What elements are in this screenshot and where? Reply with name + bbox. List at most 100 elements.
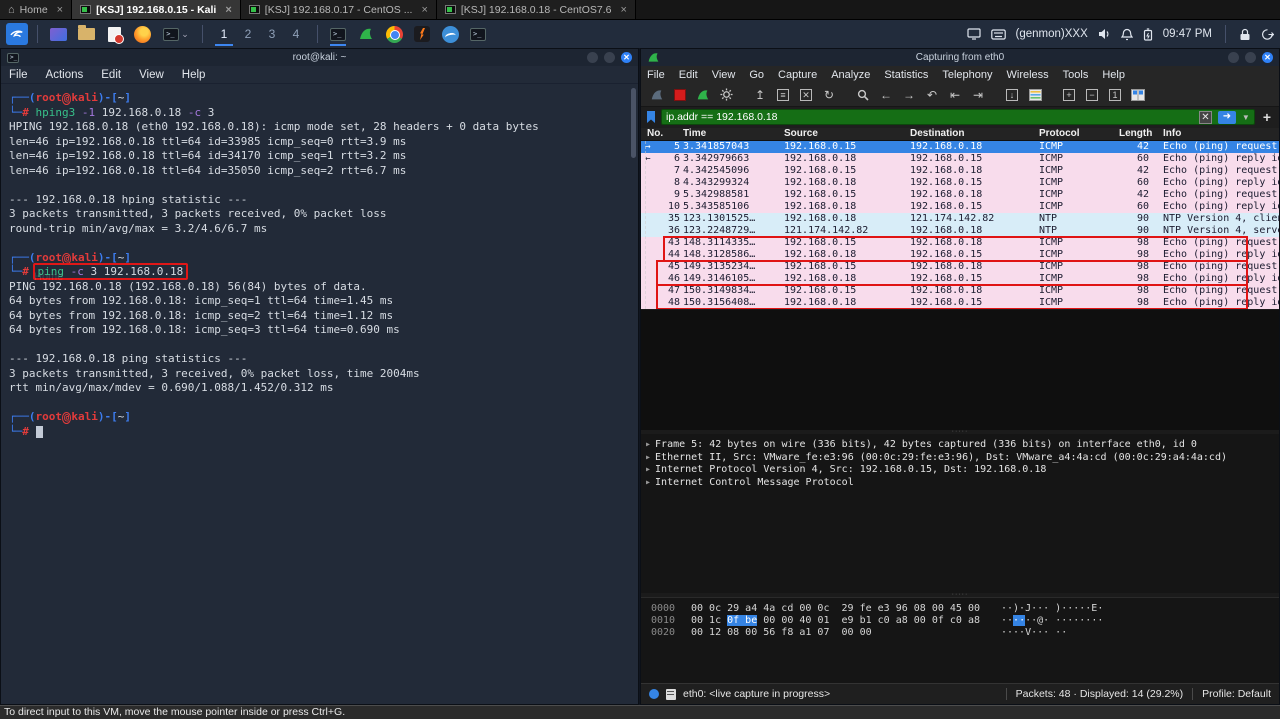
next-packet-button[interactable]: → bbox=[899, 86, 919, 104]
packet-bytes-pane[interactable]: 000000 0c 29 a4 4a cd 00 0c 29 fe e3 96 … bbox=[641, 597, 1279, 683]
apply-filter-icon[interactable]: ➜ bbox=[1218, 111, 1236, 124]
capture-comment-icon[interactable] bbox=[666, 689, 676, 700]
packet-row[interactable]: →53.341857043192.168.0.15192.168.0.18ICM… bbox=[641, 141, 1279, 153]
kali-menu-button[interactable] bbox=[6, 23, 28, 45]
menu-item[interactable]: Capture bbox=[772, 67, 823, 83]
autoscroll-button[interactable]: ↓ bbox=[1002, 86, 1022, 104]
packet-details-pane[interactable]: ▸Frame 5: 42 bytes on wire (336 bits), 4… bbox=[641, 434, 1279, 593]
launcher-window-app[interactable] bbox=[47, 23, 69, 45]
filter-dropdown-caret[interactable]: ▼ bbox=[1242, 113, 1250, 122]
terminal-scrollbar[interactable] bbox=[631, 88, 636, 158]
column-header[interactable]: Info bbox=[1163, 128, 1279, 140]
packet-row[interactable]: ←63.342979663192.168.0.18192.168.0.15ICM… bbox=[641, 153, 1279, 165]
packet-row[interactable]: 105.343585106192.168.0.18192.168.0.15ICM… bbox=[641, 201, 1279, 213]
packet-row[interactable]: 44148.3128586…192.168.0.18192.168.0.15IC… bbox=[641, 249, 1279, 261]
hex-line[interactable]: 002000 12 08 00 56 f8 a1 07 00 00····V··… bbox=[651, 627, 1279, 639]
workspace-button[interactable]: 4 bbox=[284, 23, 308, 45]
packet-row[interactable]: 43148.3114335…192.168.0.15192.168.0.18IC… bbox=[641, 237, 1279, 249]
last-packet-button[interactable]: ⇥ bbox=[968, 86, 988, 104]
taskbar-window-wireshark[interactable] bbox=[355, 23, 377, 45]
stop-capture-button[interactable] bbox=[670, 86, 690, 104]
vm-tab[interactable]: [KSJ] 192.168.0.17 - CentOS ...× bbox=[241, 0, 437, 19]
zoom-in-button[interactable]: + bbox=[1059, 86, 1079, 104]
notification-bell-icon[interactable] bbox=[1121, 28, 1133, 41]
expand-arrow-icon[interactable]: ▸ bbox=[645, 464, 655, 475]
hex-line[interactable]: 000000 0c 29 a4 4a cd 00 0c 29 fe e3 96 … bbox=[651, 603, 1279, 615]
start-capture-button[interactable] bbox=[647, 86, 667, 104]
close-tab-icon[interactable]: × bbox=[225, 4, 231, 16]
menu-item[interactable]: Actions bbox=[38, 67, 92, 83]
column-header[interactable]: Destination bbox=[910, 128, 1039, 140]
packet-row[interactable]: 74.342545096192.168.0.15192.168.0.18ICMP… bbox=[641, 165, 1279, 177]
close-button[interactable]: ✕ bbox=[621, 52, 632, 63]
menu-item[interactable]: Edit bbox=[93, 67, 129, 83]
menu-item[interactable]: File bbox=[641, 67, 671, 83]
save-file-button[interactable]: ≡ bbox=[773, 86, 793, 104]
menu-item[interactable]: View bbox=[131, 67, 172, 83]
launcher-text-editor[interactable] bbox=[103, 23, 125, 45]
profile-label[interactable]: Profile: Default bbox=[1202, 688, 1271, 700]
menu-item[interactable]: Telephony bbox=[936, 67, 998, 83]
workspace-button[interactable]: 3 bbox=[260, 23, 284, 45]
open-file-button[interactable]: ↥ bbox=[750, 86, 770, 104]
detail-line[interactable]: ▸Internet Protocol Version 4, Src: 192.1… bbox=[645, 464, 1275, 477]
display-icon[interactable] bbox=[967, 28, 981, 40]
find-packet-button[interactable] bbox=[853, 86, 873, 104]
add-filter-button[interactable]: + bbox=[1259, 109, 1275, 125]
taskbar-window-app2[interactable] bbox=[439, 23, 461, 45]
menu-item[interactable]: Wireless bbox=[1001, 67, 1055, 83]
terminal-output[interactable]: Home ┌──(root@kali)-[~]└─# hping3 -1 192… bbox=[1, 84, 638, 704]
close-tab-icon[interactable]: × bbox=[621, 4, 627, 16]
taskbar-window-chrome[interactable] bbox=[383, 23, 405, 45]
packet-row[interactable]: 84.343299324192.168.0.18192.168.0.15ICMP… bbox=[641, 177, 1279, 189]
packet-row[interactable]: 48150.3156408…192.168.0.18192.168.0.15IC… bbox=[641, 297, 1279, 309]
taskbar-window-terminal[interactable]: >_ bbox=[327, 23, 349, 45]
vm-tab[interactable]: [KSJ] 192.168.0.18 - CentOS7.6× bbox=[437, 0, 636, 19]
launcher-firefox[interactable] bbox=[131, 23, 153, 45]
packet-row[interactable]: 45149.3135234…192.168.0.15192.168.0.18IC… bbox=[641, 261, 1279, 273]
previous-packet-button[interactable]: ← bbox=[876, 86, 896, 104]
expand-arrow-icon[interactable]: ▸ bbox=[645, 439, 655, 450]
expand-arrow-icon[interactable]: ▸ bbox=[645, 477, 655, 488]
menu-item[interactable]: Go bbox=[743, 67, 770, 83]
column-header[interactable]: No. bbox=[641, 128, 683, 140]
menu-item[interactable]: Analyze bbox=[825, 67, 876, 83]
restart-capture-button[interactable] bbox=[693, 86, 713, 104]
detail-line[interactable]: ▸Ethernet II, Src: VMware_fe:e3:96 (00:0… bbox=[645, 452, 1275, 465]
minimize-button[interactable] bbox=[1228, 52, 1239, 63]
hex-line[interactable]: 001000 1c 0f be 00 00 40 01 e9 b1 c0 a8 … bbox=[651, 615, 1279, 627]
maximize-button[interactable] bbox=[604, 52, 615, 63]
detail-line[interactable]: ▸Frame 5: 42 bytes on wire (336 bits), 4… bbox=[645, 439, 1275, 452]
menu-item[interactable]: File bbox=[1, 67, 36, 83]
close-file-button[interactable]: ✕ bbox=[796, 86, 816, 104]
wireshark-titlebar[interactable]: Capturing from eth0 ✕ bbox=[641, 49, 1279, 66]
vm-tab[interactable]: [KSJ] 192.168.0.15 - Kali× bbox=[72, 0, 241, 19]
column-header[interactable]: Time bbox=[683, 128, 784, 140]
packet-row[interactable]: 46149.3146105…192.168.0.18192.168.0.15IC… bbox=[641, 273, 1279, 285]
filter-bookmark-icon[interactable] bbox=[645, 110, 657, 124]
reload-button[interactable]: ↻ bbox=[819, 86, 839, 104]
packet-row[interactable]: 35123.1301525…192.168.0.18121.174.142.82… bbox=[641, 213, 1279, 225]
terminal-titlebar[interactable]: >_ root@kali: ~ ✕ bbox=[1, 49, 638, 66]
close-tab-icon[interactable]: × bbox=[57, 4, 63, 16]
column-header[interactable]: Protocol bbox=[1039, 128, 1119, 140]
volume-icon[interactable] bbox=[1098, 28, 1111, 40]
menu-item[interactable]: Statistics bbox=[878, 67, 934, 83]
display-filter-input[interactable] bbox=[666, 111, 1193, 123]
display-filter-field[interactable]: ✕ ➜ ▼ bbox=[661, 109, 1255, 125]
zoom-out-button[interactable]: − bbox=[1082, 86, 1102, 104]
zoom-reset-button[interactable]: 1 bbox=[1105, 86, 1125, 104]
taskbar-window-app1[interactable] bbox=[411, 23, 433, 45]
launcher-terminal-dropdown[interactable]: >_⌄ bbox=[159, 23, 193, 45]
goto-packet-button[interactable]: ↶ bbox=[922, 86, 942, 104]
vm-tab[interactable]: ⌂Home× bbox=[0, 0, 72, 19]
close-button[interactable]: ✕ bbox=[1262, 52, 1273, 63]
detail-line[interactable]: ▸Internet Control Message Protocol bbox=[645, 477, 1275, 490]
lock-icon[interactable] bbox=[1239, 28, 1251, 41]
first-packet-button[interactable]: ⇤ bbox=[945, 86, 965, 104]
taskbar-window-terminal2[interactable]: >_ bbox=[467, 23, 489, 45]
clear-filter-icon[interactable]: ✕ bbox=[1199, 111, 1212, 124]
battery-icon[interactable] bbox=[1143, 28, 1153, 41]
colorize-button[interactable] bbox=[1025, 86, 1045, 104]
menu-item[interactable]: View bbox=[706, 67, 742, 83]
